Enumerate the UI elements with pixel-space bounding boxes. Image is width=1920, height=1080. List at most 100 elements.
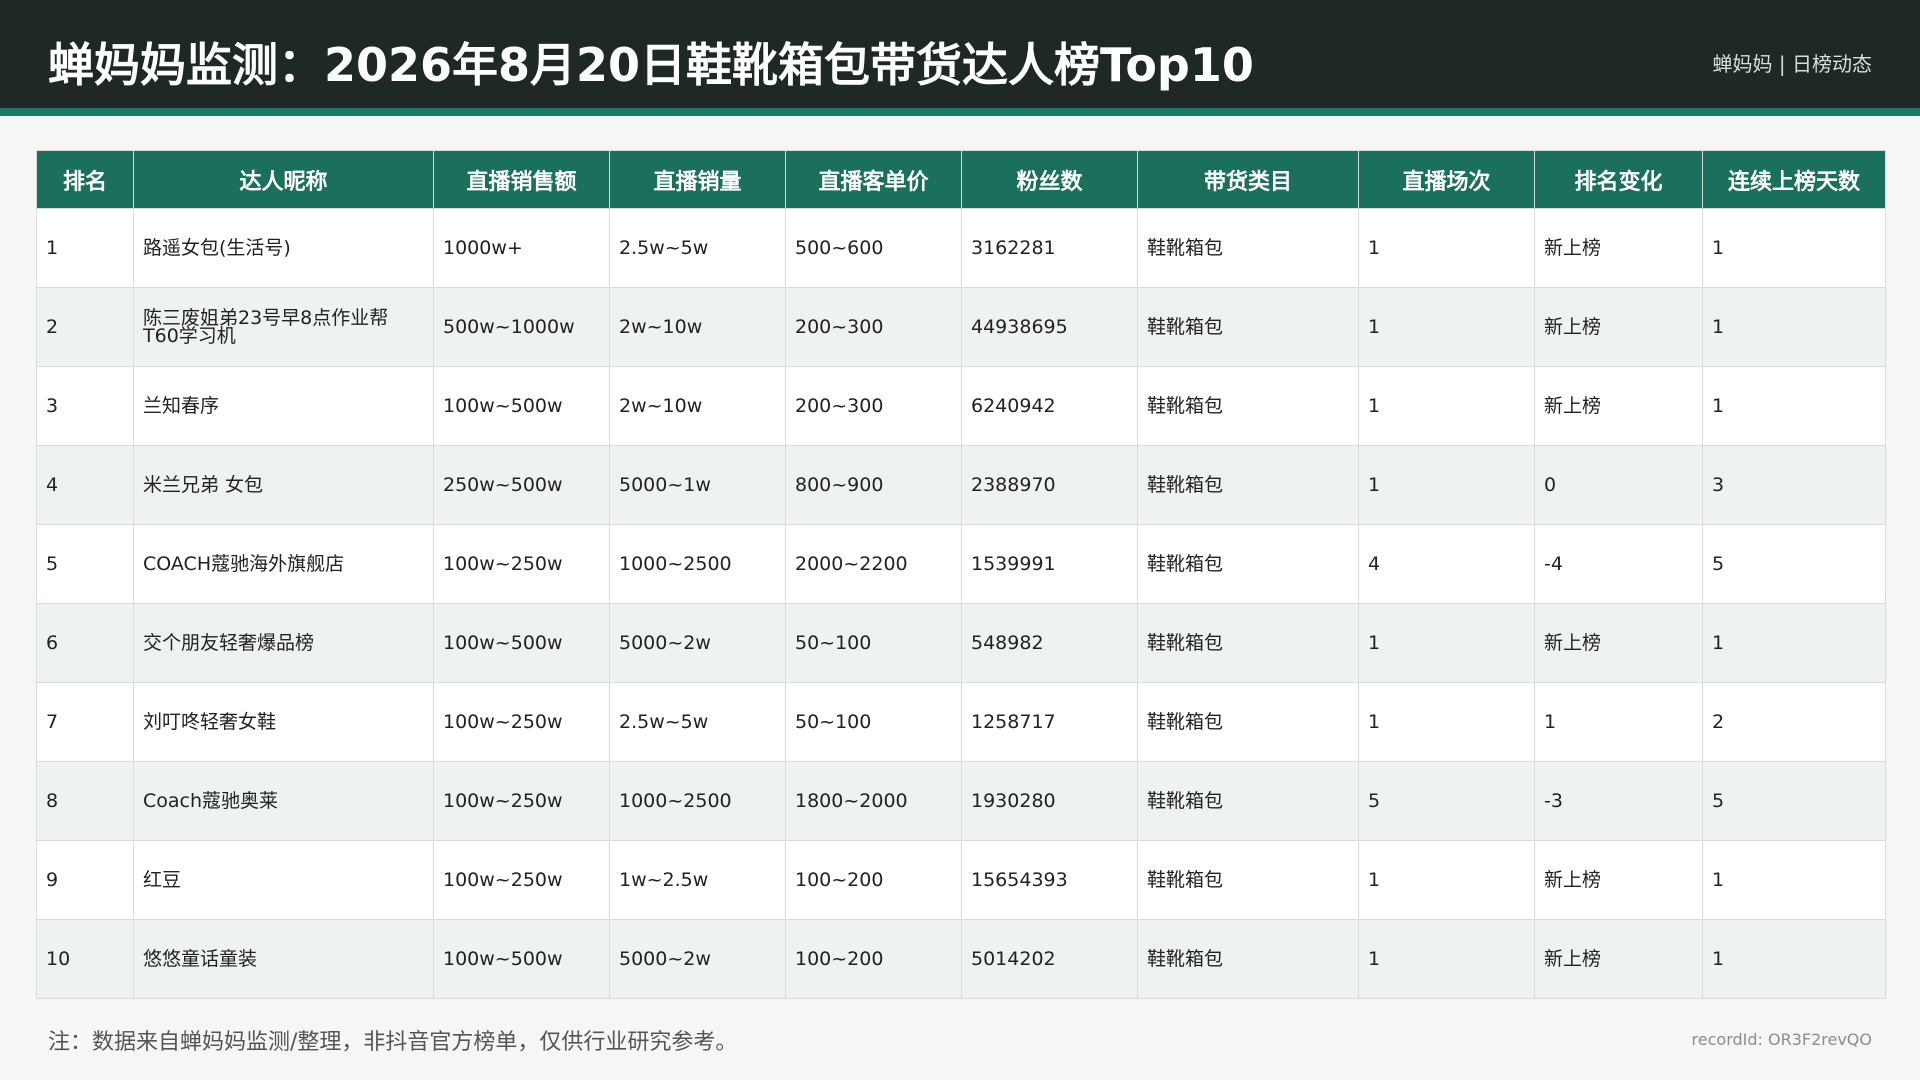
table-cell: 1 [1534,682,1703,762]
table-cell: 新上榜 [1534,287,1703,367]
table-cell: 4 [36,445,134,525]
column-header: 排名变化 [1534,150,1703,209]
table-row: 5 COACH蔻驰海外旗舰店 100w~250w 1000~2500 2000~… [36,524,1886,604]
brand-tag: 蝉妈妈 | 日榜动态 [1712,52,1872,76]
table-cell: 100w~250w [433,524,610,604]
table-cell: 红豆 [133,840,434,920]
table-cell: 鞋靴箱包 [1137,603,1359,683]
column-header: 排名 [36,150,134,209]
table-cell: 鞋靴箱包 [1137,840,1359,920]
table-cell: 1000w+ [433,208,610,288]
table-cell: 100w~500w [433,919,610,999]
table-cell: 5000~2w [609,919,786,999]
table-cell: 0 [1534,445,1703,525]
table-cell: 2w~10w [609,287,786,367]
table-cell: 100w~500w [433,603,610,683]
table-cell: 800~900 [785,445,962,525]
table-cell: -3 [1534,761,1703,841]
table-cell: 2000~2200 [785,524,962,604]
table-cell: 鞋靴箱包 [1137,682,1359,762]
table-cell: 1 [1702,208,1886,288]
table-cell: Coach蔻驰奥莱 [133,761,434,841]
table-cell: 100w~250w [433,682,610,762]
table-cell: 5000~2w [609,603,786,683]
record-id: recordId: OR3F2revQO [1691,1030,1872,1049]
table-cell: 2 [1702,682,1886,762]
table-cell: 1 [1702,919,1886,999]
table-cell: 1000~2500 [609,524,786,604]
page-header: 蝉妈妈监测：2026年8月20日鞋靴箱包带货达人榜Top10 蝉妈妈 | 日榜动… [0,0,1920,116]
table-cell: 3 [1702,445,1886,525]
table-cell: COACH蔻驰海外旗舰店 [133,524,434,604]
table-cell: 3 [36,366,134,446]
table-cell: 100~200 [785,919,962,999]
table-cell: 兰知春序 [133,366,434,446]
table-cell: 500~600 [785,208,962,288]
table-cell: 1930280 [961,761,1138,841]
table-cell: 15654393 [961,840,1138,920]
table-cell: 1 [36,208,134,288]
table-row: 10 悠悠童话童装 100w~500w 5000~2w 100~200 5014… [36,919,1886,999]
table-cell: 1 [1702,603,1886,683]
table-cell: 6240942 [961,366,1138,446]
table-cell: 悠悠童话童装 [133,919,434,999]
table-cell: 5 [36,524,134,604]
table-cell: 新上榜 [1534,366,1703,446]
ranking-table: 排名 达人昵称 直播销售额 直播销量 直播客单价 粉丝数 带货类目 直播场次 排… [36,150,1886,999]
table-cell: 1 [1358,682,1535,762]
table-cell: 2 [36,287,134,367]
table-cell: 1539991 [961,524,1138,604]
table-cell: 鞋靴箱包 [1137,208,1359,288]
page-title: 蝉妈妈监测：2026年8月20日鞋靴箱包带货达人榜Top10 [48,38,1254,92]
table-cell: 1 [1702,287,1886,367]
table-cell: 陈三废姐弟23号早8点作业帮T60学习机 [133,287,434,367]
table-cell: 鞋靴箱包 [1137,761,1359,841]
column-header: 粉丝数 [961,150,1138,209]
table-cell: 鞋靴箱包 [1137,287,1359,367]
table-cell: 5000~1w [609,445,786,525]
table-cell: 1000~2500 [609,761,786,841]
table-row: 9 红豆 100w~250w 1w~2.5w 100~200 15654393 … [36,840,1886,920]
table-cell: 6 [36,603,134,683]
table-cell: 5014202 [961,919,1138,999]
table-cell: 1 [1702,366,1886,446]
column-header: 直播销售额 [433,150,610,209]
table-row: 4 米兰兄弟 女包 250w~500w 5000~1w 800~900 2388… [36,445,1886,525]
table-cell: 新上榜 [1534,208,1703,288]
table-cell: 2.5w~5w [609,208,786,288]
table-cell: 1 [1358,366,1535,446]
column-header: 直播场次 [1358,150,1535,209]
table-cell: 44938695 [961,287,1138,367]
table-cell: 1 [1358,919,1535,999]
table-cell: 交个朋友轻奢爆品榜 [133,603,434,683]
ranking-table-container: 排名 达人昵称 直播销售额 直播销量 直播客单价 粉丝数 带货类目 直播场次 排… [36,150,1886,999]
table-cell: 8 [36,761,134,841]
table-cell: 1800~2000 [785,761,962,841]
table-cell: 1 [1358,445,1535,525]
table-cell: 5 [1702,524,1886,604]
column-header: 带货类目 [1137,150,1359,209]
table-row: 8 Coach蔻驰奥莱 100w~250w 1000~2500 1800~200… [36,761,1886,841]
table-cell: 100~200 [785,840,962,920]
table-header-row: 排名 达人昵称 直播销售额 直播销量 直播客单价 粉丝数 带货类目 直播场次 排… [36,150,1886,209]
table-cell: 鞋靴箱包 [1137,366,1359,446]
table-cell: 2w~10w [609,366,786,446]
table-cell: 5 [1702,761,1886,841]
table-row: 7 刘叮咚轻奢女鞋 100w~250w 2.5w~5w 50~100 12587… [36,682,1886,762]
column-header: 达人昵称 [133,150,434,209]
table-cell: 100w~500w [433,366,610,446]
table-cell: 鞋靴箱包 [1137,919,1359,999]
table-cell: 刘叮咚轻奢女鞋 [133,682,434,762]
column-header: 直播客单价 [785,150,962,209]
table-cell: 7 [36,682,134,762]
table-cell: 路遥女包(生活号) [133,208,434,288]
column-header: 连续上榜天数 [1702,150,1886,209]
table-cell: 2388970 [961,445,1138,525]
table-cell: 200~300 [785,287,962,367]
table-cell: 2.5w~5w [609,682,786,762]
table-row: 6 交个朋友轻奢爆品榜 100w~500w 5000~2w 50~100 548… [36,603,1886,683]
table-cell: 5 [1358,761,1535,841]
table-cell: 548982 [961,603,1138,683]
table-cell: 50~100 [785,682,962,762]
table-cell: -4 [1534,524,1703,604]
